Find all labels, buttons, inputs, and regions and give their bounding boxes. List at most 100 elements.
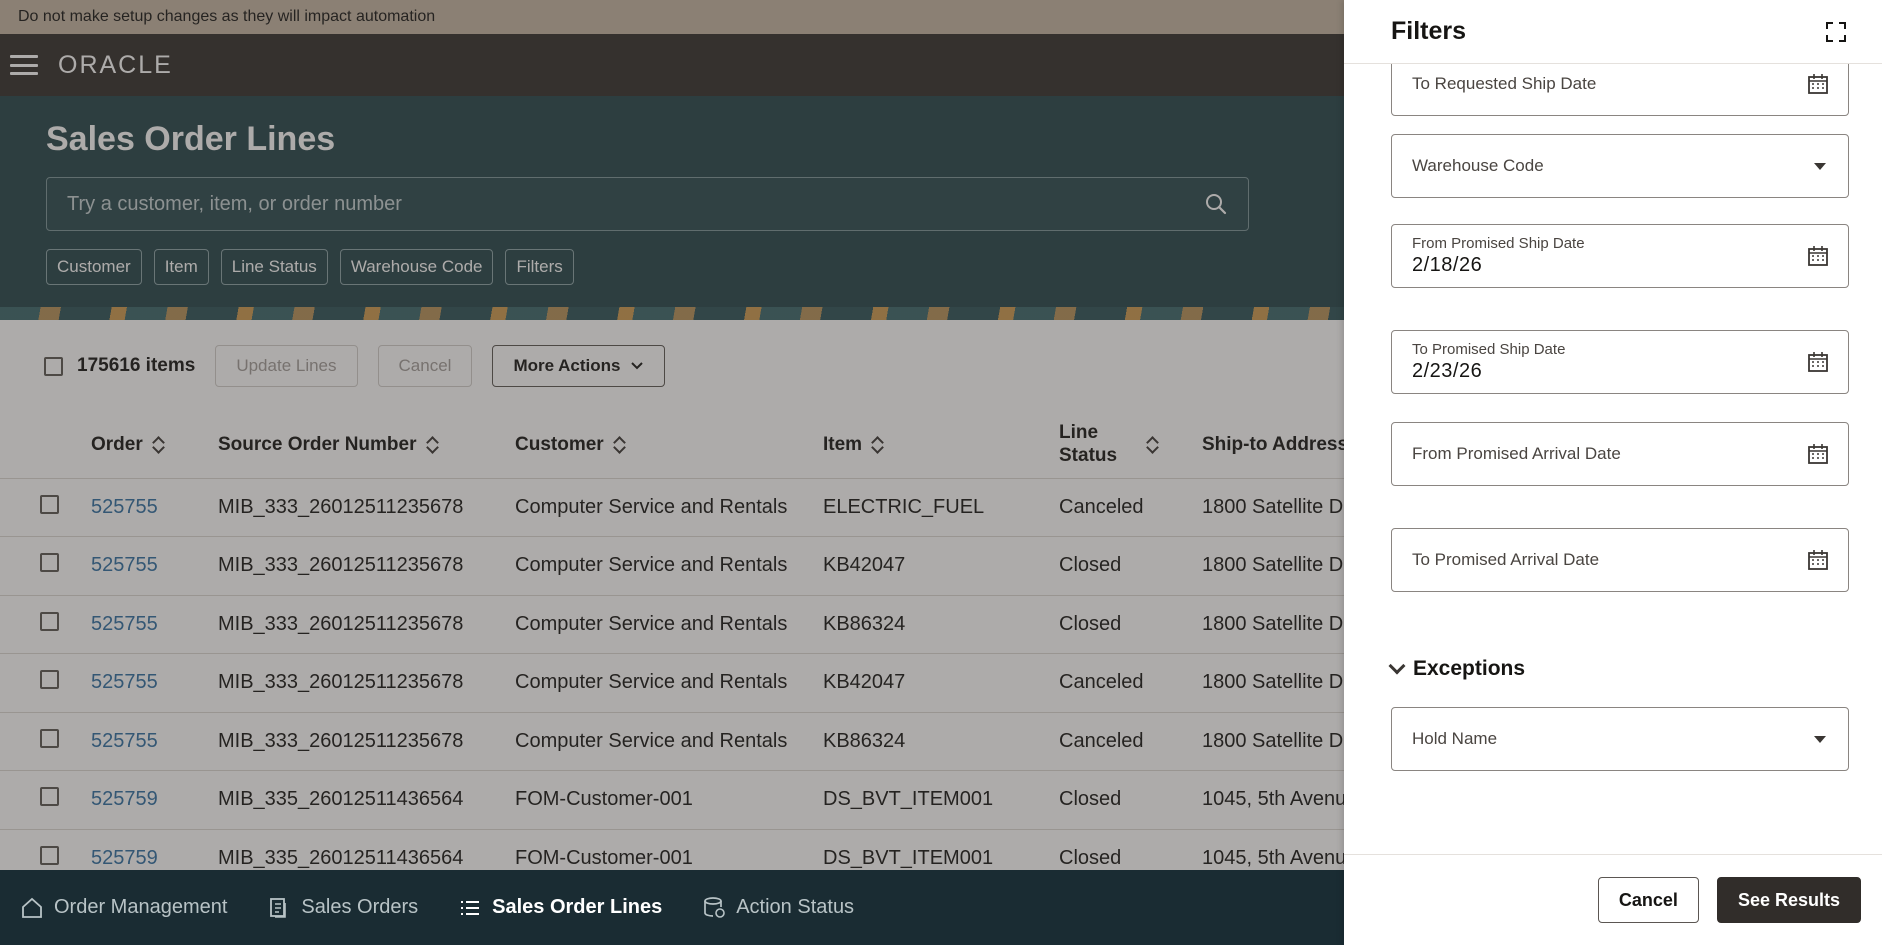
row-checkbox[interactable] [40, 846, 59, 865]
source-order-number: MIB_333_26012511235678 [218, 594, 515, 654]
chip-customer[interactable]: Customer [46, 249, 142, 285]
sort-icon[interactable] [1147, 436, 1159, 454]
column-header-line-status[interactable]: Line Status [1059, 412, 1202, 478]
document-icon [270, 897, 287, 918]
nav-sales-orders[interactable]: Sales Orders [267, 896, 418, 920]
item-number: KB86324 [823, 594, 1059, 654]
sort-icon[interactable] [614, 436, 626, 454]
list-icon [461, 900, 480, 915]
column-header-item[interactable]: Item [823, 412, 1059, 478]
row-checkbox[interactable] [40, 670, 59, 690]
order-number-link[interactable]: 525755 [91, 711, 218, 771]
row-checkbox[interactable] [40, 728, 59, 748]
source-order-number: MIB_333_26012511235678 [218, 711, 515, 771]
sort-icon[interactable] [427, 436, 439, 454]
source-order-number: MIB_333_26012511235678 [218, 653, 515, 712]
item-number: KB42047 [823, 536, 1059, 595]
line-status: Closed [1059, 770, 1202, 829]
row-checkbox[interactable] [40, 611, 59, 631]
to-promised-ship-date-field[interactable]: To Promised Ship Date 2/23/26 [1391, 330, 1849, 394]
chip-line-status[interactable]: Line Status [220, 249, 328, 285]
column-header-source-order-number[interactable]: Source Order Number [218, 412, 515, 478]
column-header-customer[interactable]: Customer [515, 412, 823, 478]
row-checkbox[interactable] [40, 553, 59, 573]
search-icon[interactable] [1204, 192, 1228, 216]
column-header-order[interactable]: Order [91, 412, 218, 478]
search-input[interactable] [67, 192, 1204, 216]
oracle-logo: ORACLE [58, 50, 173, 79]
customer-name: Computer Service and Rentals [515, 477, 823, 537]
calendar-icon[interactable] [1806, 72, 1830, 96]
table-row[interactable]: 525755 MIB_333_26012511235678 Computer Ser… [0, 653, 1344, 712]
nav-order-management[interactable]: Order Management [20, 896, 227, 920]
calendar-icon[interactable] [1806, 442, 1830, 466]
source-order-number: MIB_335_26012511436564 [218, 770, 515, 829]
see-results-button[interactable]: See Results [1716, 877, 1861, 923]
customer-name: Computer Service and Rentals [515, 653, 823, 712]
line-status: Canceled [1059, 477, 1202, 537]
results-area: 175616 items Update Lines Cancel More Ac… [0, 320, 1344, 888]
order-number-link[interactable]: 525755 [91, 477, 218, 537]
row-checkbox[interactable] [40, 494, 59, 514]
item-number: KB86324 [823, 711, 1059, 771]
table-row[interactable]: 525755 MIB_333_26012511235678 Computer Ser… [0, 594, 1344, 654]
calendar-icon[interactable] [1806, 548, 1830, 572]
update-lines-button[interactable]: Update Lines [215, 345, 358, 387]
page-title: Sales Order Lines [46, 120, 336, 158]
customer-name: FOM-Customer-001 [515, 770, 823, 829]
order-number-link[interactable]: 525755 [91, 594, 218, 654]
order-number-link[interactable]: 525755 [91, 653, 218, 712]
chip-item[interactable]: Item [153, 249, 209, 285]
warehouse-code-select[interactable]: Warehouse Code [1391, 134, 1849, 198]
calendar-icon[interactable] [1806, 350, 1830, 374]
exceptions-section-toggle[interactable]: Exceptions [1388, 657, 1525, 681]
ship-to-address: 1800 Satellite Dr [1202, 711, 1344, 771]
select-all-checkbox[interactable] [44, 356, 63, 376]
table-row[interactable]: 525759 MIB_335_26012511436564 FOM-Customer… [0, 770, 1344, 829]
sort-icon[interactable] [153, 436, 165, 454]
from-promised-arrival-date-field[interactable]: From Promised Arrival Date [1391, 422, 1849, 486]
filters-panel: Filters To Requested Ship Date Warehouse… [1344, 0, 1882, 945]
ship-to-address: 1800 Satellite Dr [1202, 653, 1344, 712]
table-row[interactable]: 525755 MIB_333_26012511235678 Computer Ser… [0, 711, 1344, 771]
table-row[interactable]: 525755 MIB_333_26012511235678 Computer Ser… [0, 536, 1344, 595]
cancel-button[interactable]: Cancel [1597, 877, 1699, 923]
ship-to-address: 1800 Satellite Dr [1202, 477, 1344, 537]
ship-to-address: 1800 Satellite Dr [1202, 536, 1344, 595]
line-status: Canceled [1059, 653, 1202, 712]
from-promised-ship-date-field[interactable]: From Promised Ship Date 2/18/26 [1391, 224, 1849, 288]
more-actions-label: More Actions [513, 356, 621, 375]
chevron-down-icon [1388, 657, 1406, 675]
filters-body: To Requested Ship Date Warehouse Code Fr… [1344, 64, 1882, 854]
hold-name-select[interactable]: Hold Name [1391, 707, 1849, 771]
cancel-lines-button[interactable]: Cancel [377, 345, 473, 387]
to-promised-ship-date-value: 2/23/26 [1412, 360, 1483, 382]
from-promised-ship-date-value: 2/18/26 [1412, 254, 1483, 276]
nav-sales-order-lines[interactable]: Sales Order Lines [458, 896, 662, 920]
table-row[interactable]: 525755 MIB_333_26012511235678 Computer Ser… [0, 477, 1344, 537]
column-header-ship-to-address[interactable]: Ship-to Address [1202, 412, 1344, 478]
brand-bar: ORACLE [0, 34, 1344, 96]
filters-footer: Cancel See Results [1344, 854, 1882, 945]
hamburger-menu-icon[interactable] [10, 55, 38, 75]
ship-to-address: 1800 Satellite Dr [1202, 594, 1344, 654]
expand-icon[interactable] [1824, 20, 1848, 44]
line-status: Closed [1059, 594, 1202, 654]
calendar-icon[interactable] [1806, 244, 1830, 268]
decorative-pattern [0, 307, 1344, 320]
order-number-link[interactable]: 525755 [91, 536, 218, 595]
line-status: Canceled [1059, 711, 1202, 771]
chip-filters[interactable]: Filters [505, 249, 574, 285]
source-order-number: MIB_333_26012511235678 [218, 477, 515, 537]
customer-name: Computer Service and Rentals [515, 711, 823, 771]
nav-action-status[interactable]: Action Status [702, 896, 854, 920]
more-actions-button[interactable]: More Actions [492, 345, 666, 387]
filters-title: Filters [1391, 17, 1467, 45]
main-app: Do not make setup changes as they will i… [0, 0, 1344, 945]
to-promised-arrival-date-field[interactable]: To Promised Arrival Date [1391, 528, 1849, 592]
sort-icon[interactable] [872, 436, 884, 454]
row-checkbox[interactable] [40, 787, 59, 807]
order-number-link[interactable]: 525759 [91, 770, 218, 829]
chip-warehouse-code[interactable]: Warehouse Code [339, 249, 494, 285]
to-requested-ship-date-field[interactable]: To Requested Ship Date [1391, 64, 1849, 116]
